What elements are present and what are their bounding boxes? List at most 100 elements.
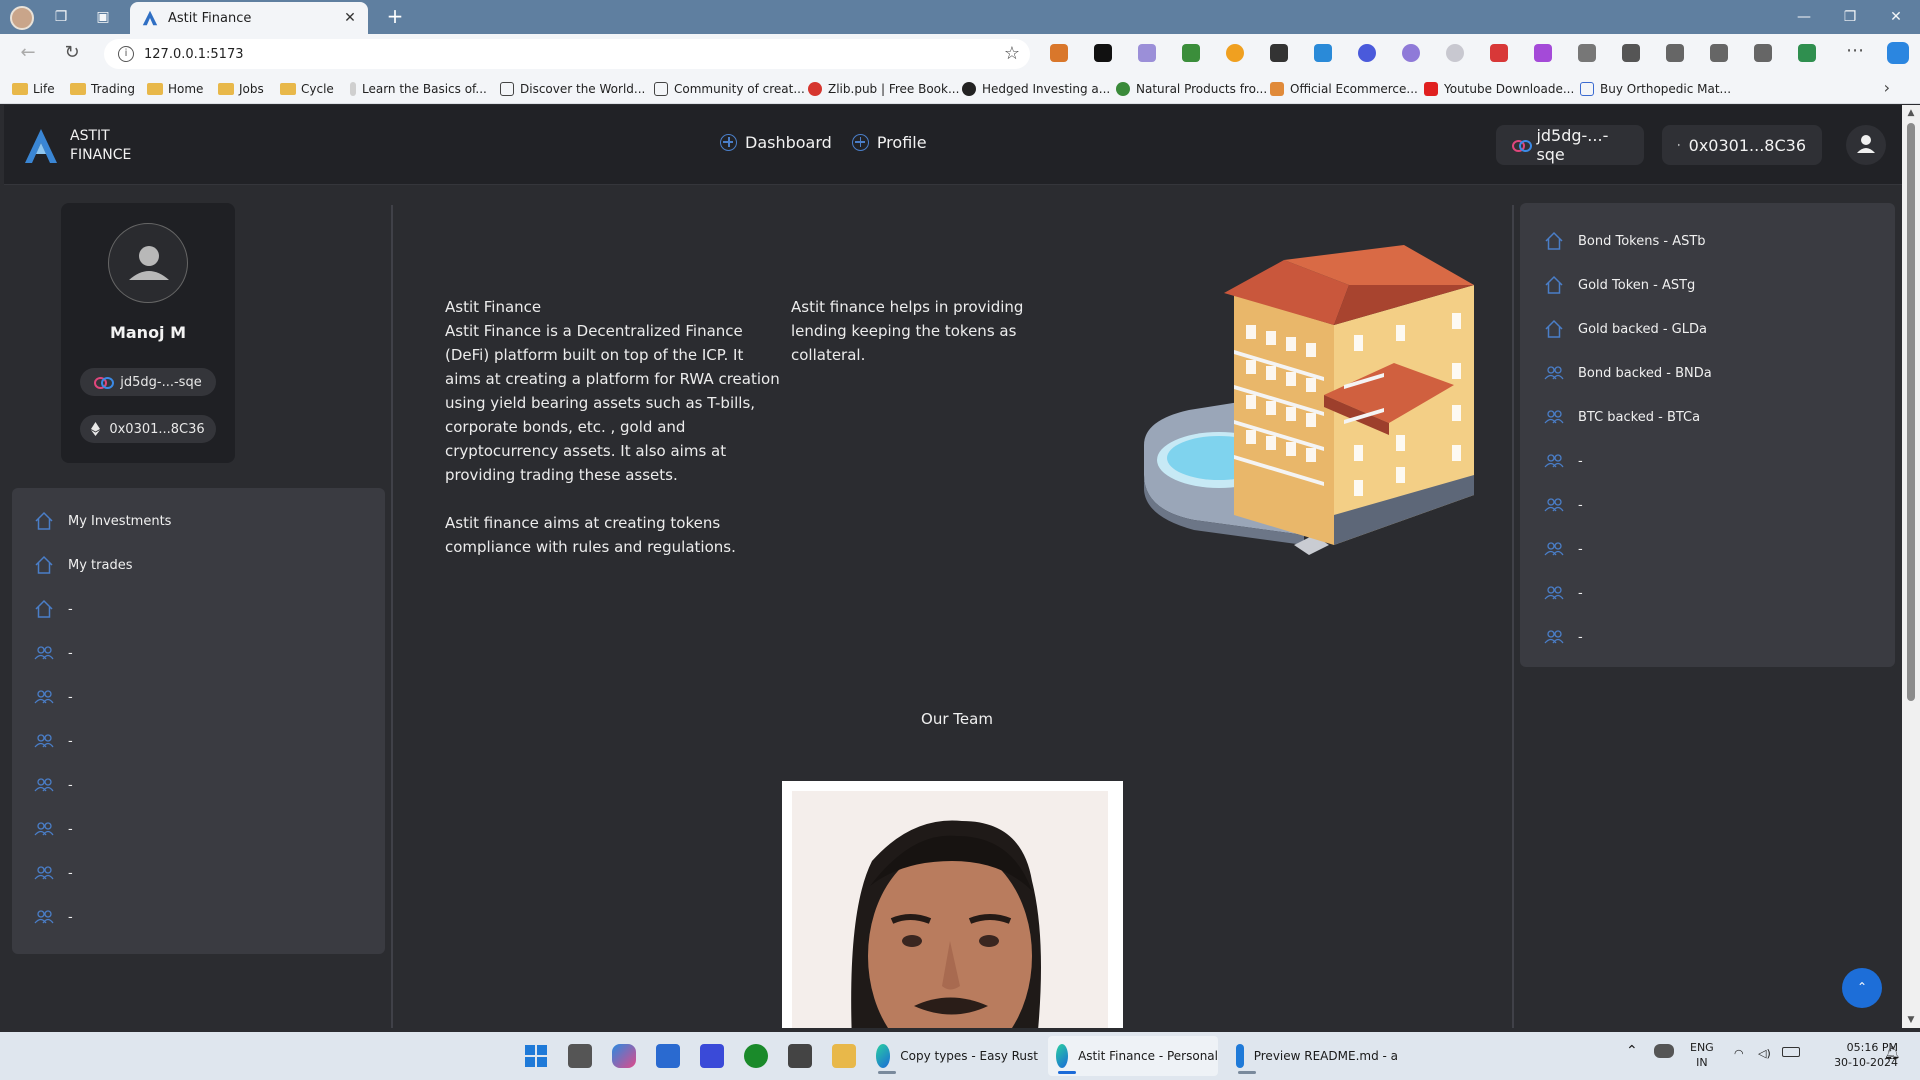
- extension-calendar-icon[interactable]: [1314, 44, 1332, 62]
- extension-red-icon[interactable]: [1490, 44, 1508, 62]
- user-menu-button[interactable]: [1846, 125, 1886, 165]
- windows-start-icon[interactable]: [524, 1044, 548, 1068]
- bookmark-link[interactable]: Hedged Investing a...: [962, 80, 1110, 98]
- bookmark-folder[interactable]: Life: [12, 80, 55, 98]
- extension-c-icon[interactable]: [1578, 44, 1596, 62]
- bookmark-link[interactable]: Youtube Downloade...: [1424, 80, 1574, 98]
- token-list-item[interactable]: Bond Tokens - ASTb: [1544, 226, 1706, 256]
- extension-blue-icon[interactable]: [1358, 44, 1376, 62]
- extension-violet-icon[interactable]: [1534, 44, 1552, 62]
- task-view-icon[interactable]: [568, 1044, 592, 1068]
- profile-wallet-chip[interactable]: 0x0301...8C36: [80, 415, 216, 443]
- scroll-thumb[interactable]: [1907, 123, 1915, 701]
- brand[interactable]: ASTIT FINANCE: [24, 127, 131, 165]
- address-bar[interactable]: i 127.0.0.1:5173 ☆: [104, 39, 1030, 69]
- restore-icon[interactable]: ❐: [1839, 6, 1861, 28]
- onedrive-icon[interactable]: [1654, 1044, 1674, 1058]
- token-list-item[interactable]: -: [1544, 490, 1583, 520]
- token-list-item[interactable]: -: [1544, 534, 1583, 564]
- favorites-icon[interactable]: [1710, 44, 1728, 62]
- tab-close-icon[interactable]: ✕: [340, 8, 360, 28]
- token-list-item[interactable]: Gold backed - GLDa: [1544, 314, 1707, 344]
- sidebar-item[interactable]: -: [34, 682, 73, 712]
- back-icon[interactable]: ←: [16, 42, 40, 66]
- app-dark-icon[interactable]: [788, 1044, 812, 1068]
- profile-avatar-icon[interactable]: [10, 6, 34, 30]
- token-list-item[interactable]: -: [1544, 622, 1583, 652]
- scroll-up-icon[interactable]: ▲: [1902, 105, 1920, 121]
- sidebar-item[interactable]: -: [34, 814, 73, 844]
- wallet-address-chip[interactable]: 0x0301...8C36: [1662, 125, 1822, 165]
- team-member-card[interactable]: [782, 781, 1123, 1028]
- extension-green-icon[interactable]: [1182, 44, 1200, 62]
- copilot-taskbar-icon[interactable]: [612, 1044, 636, 1068]
- reload-icon[interactable]: ↻: [60, 42, 84, 66]
- sidebar-item[interactable]: My Investments: [34, 506, 171, 536]
- token-list-item[interactable]: -: [1544, 446, 1583, 476]
- battery-icon[interactable]: [1782, 1047, 1800, 1057]
- sidebar-item[interactable]: -: [34, 594, 73, 624]
- more-menu-icon[interactable]: ⋯: [1843, 40, 1867, 64]
- site-info-icon[interactable]: i: [118, 46, 134, 62]
- sidebar-item[interactable]: My trades: [34, 550, 132, 580]
- bookmark-link[interactable]: Zlib.pub | Free Book...: [808, 80, 959, 98]
- metamask-extension-icon[interactable]: [1050, 44, 1068, 62]
- taskbar-app-edge-rust[interactable]: Copy types - Easy Rust: [868, 1036, 1038, 1076]
- extensions-puzzle-icon[interactable]: [1622, 44, 1640, 62]
- bookmark-link[interactable]: Discover the World...: [500, 80, 645, 98]
- taskbar-app-vscode[interactable]: Preview README.md - a: [1228, 1036, 1398, 1076]
- favorite-star-icon[interactable]: ☆: [1004, 43, 1020, 64]
- volume-icon[interactable]: ◁): [1758, 1046, 1771, 1061]
- sidebar-item[interactable]: -: [34, 726, 73, 756]
- bookmark-folder[interactable]: Jobs: [218, 80, 264, 98]
- bookmark-link[interactable]: Buy Orthopedic Mat...: [1580, 80, 1731, 98]
- store-icon[interactable]: [656, 1044, 680, 1068]
- extension-grid-icon[interactable]: [1270, 44, 1288, 62]
- nav-dashboard[interactable]: Dashboard: [720, 133, 832, 152]
- close-window-icon[interactable]: ✕: [1885, 6, 1907, 28]
- bookmark-folder[interactable]: Trading: [70, 80, 135, 98]
- file-explorer-icon[interactable]: [832, 1044, 856, 1068]
- principal-id-chip[interactable]: jd5dg-...-sqe: [1496, 125, 1644, 165]
- workspaces-icon[interactable]: ❐: [52, 8, 70, 26]
- extension-s-icon[interactable]: [1094, 44, 1112, 62]
- minimize-icon[interactable]: —: [1793, 6, 1815, 28]
- token-list-item[interactable]: -: [1544, 578, 1583, 608]
- bookmark-link[interactable]: Community of creat...: [654, 80, 805, 98]
- wifi-icon[interactable]: ◠: [1734, 1046, 1744, 1061]
- taskbar-app-edge-astit[interactable]: Astit Finance - Personal: [1048, 1036, 1218, 1076]
- bookmark-link[interactable]: Learn the Basics of...: [350, 80, 487, 98]
- tab-astit-finance[interactable]: Astit Finance ✕: [130, 2, 368, 34]
- notification-bell-icon[interactable]: 🔔︎: [1884, 1046, 1901, 1061]
- split-screen-icon[interactable]: [1666, 44, 1684, 62]
- bookmark-link[interactable]: Official Ecommerce...: [1270, 80, 1418, 98]
- language-indicator[interactable]: ENG IN: [1690, 1040, 1714, 1070]
- nav-profile[interactable]: Profile: [851, 133, 927, 152]
- token-list-item[interactable]: BTC backed - BTCa: [1544, 402, 1700, 432]
- extension-purple-icon[interactable]: [1138, 44, 1156, 62]
- tray-chevron-icon[interactable]: ⌃: [1626, 1044, 1638, 1059]
- scroll-down-icon[interactable]: ▼: [1902, 1012, 1920, 1028]
- chevron-right-icon[interactable]: ›: [1884, 78, 1890, 97]
- tab-actions-icon[interactable]: ▣: [94, 8, 112, 26]
- browser-essentials-icon[interactable]: [1798, 44, 1816, 62]
- sidebar-item[interactable]: -: [34, 638, 73, 668]
- profile-principal-chip[interactable]: jd5dg-...-sqe: [80, 368, 216, 396]
- collections-icon[interactable]: [1754, 44, 1772, 62]
- sidebar-item[interactable]: -: [34, 902, 73, 932]
- bookmark-folder[interactable]: Home: [147, 80, 203, 98]
- extension-cloud-icon[interactable]: [1402, 44, 1420, 62]
- xbox-icon[interactable]: [744, 1044, 768, 1068]
- token-list-item[interactable]: Gold Token - ASTg: [1544, 270, 1695, 300]
- app-blue-icon[interactable]: [700, 1044, 724, 1068]
- bookmark-folder[interactable]: Cycle: [280, 80, 334, 98]
- sidebar-item[interactable]: -: [34, 858, 73, 888]
- scroll-to-top-button[interactable]: ⌃: [1842, 968, 1882, 1008]
- bookmark-link[interactable]: Natural Products fro...: [1116, 80, 1267, 98]
- page-scrollbar[interactable]: ▲ ▼: [1902, 105, 1920, 1028]
- extension-gray-icon[interactable]: [1446, 44, 1464, 62]
- extension-orange-icon[interactable]: [1226, 44, 1244, 62]
- sidebar-item[interactable]: -: [34, 770, 73, 800]
- new-tab-button[interactable]: +: [384, 6, 406, 28]
- token-list-item[interactable]: Bond backed - BNDa: [1544, 358, 1712, 388]
